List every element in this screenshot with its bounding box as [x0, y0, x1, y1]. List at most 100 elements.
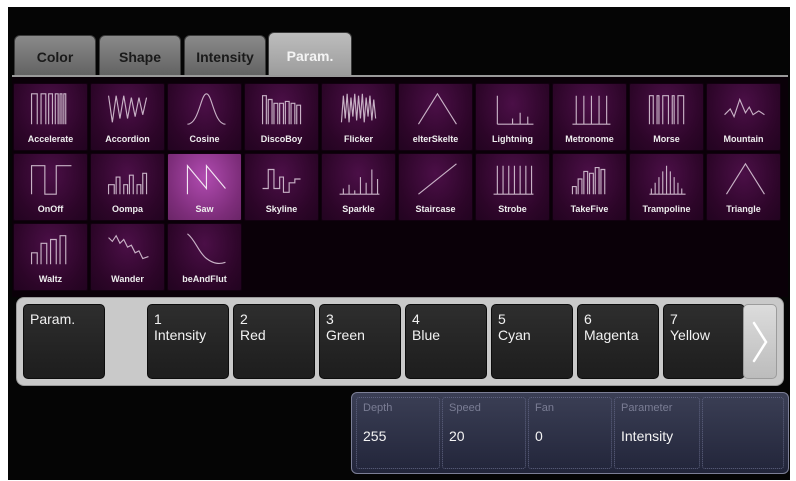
effect-tile-lightning[interactable]: Lightning	[475, 83, 550, 151]
morse-waveform-icon	[648, 95, 685, 125]
effect-tile-accelerate[interactable]: Accelerate	[13, 83, 88, 151]
parameter-name: Blue	[412, 327, 441, 343]
fan-cell[interactable]: Fan 0	[528, 397, 612, 469]
depth-value: 255	[363, 428, 387, 444]
parameter-name: Red	[240, 327, 266, 343]
effect-label: Staircase	[415, 204, 456, 214]
effect-label: Saw	[195, 204, 214, 214]
parameter-cell[interactable]: Parameter Intensity	[614, 397, 700, 469]
takefive-waveform-icon	[571, 167, 606, 195]
accelerate-waveform-icon	[30, 93, 67, 125]
effect-tile-waltz[interactable]: Waltz	[13, 223, 88, 291]
parameter-number: 4	[412, 311, 420, 327]
discoboy-waveform-icon	[261, 95, 302, 125]
effect-tile-saw[interactable]: Saw	[167, 153, 242, 221]
effect-label: beAndFlut	[182, 274, 227, 284]
speed-value: 20	[449, 428, 465, 444]
effect-tile-beandflut[interactable]: beAndFlut	[167, 223, 242, 291]
parameter-button-6[interactable]: 6 Magenta	[577, 304, 659, 379]
effect-tile-takefive[interactable]: TakeFive	[552, 153, 627, 221]
parameter-button-3[interactable]: 3 Green	[319, 304, 401, 379]
effect-label: elterSkelte	[412, 134, 459, 144]
depth-header: Depth	[363, 402, 393, 414]
effect-tile-morse[interactable]: Morse	[629, 83, 704, 151]
parameter-header: Parameter	[621, 402, 673, 414]
effect-tile-cosine[interactable]: Cosine	[167, 83, 242, 151]
effect-label: Triangle	[726, 204, 761, 214]
effect-settings-panel: Depth 255 Speed 20 Fan 0 Parameter Inten…	[351, 392, 789, 474]
effect-label: Lightning	[492, 134, 533, 144]
parameter-button-1[interactable]: 1 Intensity	[147, 304, 229, 379]
effect-tile-metronome[interactable]: Metronome	[552, 83, 627, 151]
parameter-name: Magenta	[584, 327, 639, 343]
tab-bar: Color Shape Intensity Param.	[8, 20, 790, 78]
onoff-waveform-icon	[30, 165, 72, 195]
effect-tile-mountain[interactable]: Mountain	[706, 83, 781, 151]
effect-label: Skyline	[265, 204, 298, 214]
parameter-button-2[interactable]: 2 Red	[233, 304, 315, 379]
flicker-waveform-icon	[340, 93, 377, 123]
parameter-name: Green	[326, 327, 365, 343]
effect-label: DiscoBoy	[260, 134, 303, 144]
cosine-waveform-icon	[187, 93, 226, 125]
effect-tile-skyline[interactable]: Skyline	[244, 153, 319, 221]
parameter-number: 6	[584, 311, 592, 327]
effect-tile-staircase[interactable]: Staircase	[398, 153, 473, 221]
effect-label: Accelerate	[27, 134, 74, 144]
effect-tile-elterskelte[interactable]: elterSkelte	[398, 83, 473, 151]
lightning-waveform-icon	[496, 95, 534, 125]
effect-label: Metronome	[565, 134, 614, 144]
speed-cell[interactable]: Speed 20	[442, 397, 526, 469]
tab-shape[interactable]: Shape	[99, 35, 181, 78]
parameter-number: 1	[154, 311, 162, 327]
effect-tile-flicker[interactable]: Flicker	[321, 83, 396, 151]
parameter-button-5[interactable]: 5 Cyan	[491, 304, 573, 379]
effect-label: Accordion	[105, 134, 150, 144]
effect-tile-sparkle[interactable]: Sparkle	[321, 153, 396, 221]
parameter-name: Yellow	[670, 327, 710, 343]
speed-header: Speed	[449, 402, 481, 414]
effects-window: Color Shape Intensity Param. Accelerate A…	[8, 7, 790, 480]
waltz-waveform-icon	[30, 235, 67, 265]
helterskelter-waveform-icon	[417, 92, 457, 125]
parameter-bar: Param. 1 Intensity 2 Red 3 Green 4 Blue …	[16, 297, 784, 386]
parameter-label-button[interactable]: Param.	[23, 304, 105, 379]
effect-tile-onoff[interactable]: OnOff	[13, 153, 88, 221]
effect-tile-strobe[interactable]: Strobe	[475, 153, 550, 221]
effect-tile-discoboy[interactable]: DiscoBoy	[244, 83, 319, 151]
effect-tile-trampoline[interactable]: Trampoline	[629, 153, 704, 221]
tab-intensity[interactable]: Intensity	[184, 35, 266, 78]
skyline-waveform-icon	[262, 168, 301, 193]
parameter-number: 3	[326, 311, 334, 327]
parameter-name: Intensity	[154, 327, 207, 343]
effect-label: Waltz	[38, 274, 63, 284]
effect-tile-triangle[interactable]: Triangle	[706, 153, 781, 221]
parameter-value: Intensity	[621, 428, 674, 444]
parameter-button-4[interactable]: 4 Blue	[405, 304, 487, 379]
effect-tile-wander[interactable]: Wander	[90, 223, 165, 291]
parameter-number: 2	[240, 311, 248, 327]
parameter-number: 5	[498, 311, 506, 327]
parameter-label: Param.	[30, 311, 76, 327]
oompa-waveform-icon	[107, 172, 148, 195]
effect-tile-accordion[interactable]: Accordion	[90, 83, 165, 151]
effect-label: TakeFive	[570, 204, 609, 214]
parameter-number: 7	[670, 311, 678, 327]
saw-waveform-icon	[186, 164, 226, 195]
effect-label: Cosine	[189, 134, 220, 144]
metronome-waveform-icon	[572, 95, 611, 125]
staircase-waveform-icon	[418, 163, 457, 195]
fan-header: Fan	[535, 402, 554, 414]
ebbandflutter-waveform-icon	[187, 233, 226, 265]
depth-cell[interactable]: Depth 255	[356, 397, 440, 469]
tab-param[interactable]: Param.	[268, 32, 352, 78]
effect-label: OnOff	[37, 204, 64, 214]
tab-color[interactable]: Color	[14, 35, 96, 78]
accordion-waveform-icon	[107, 95, 148, 123]
effect-label: Morse	[653, 134, 680, 144]
parameter-button-7[interactable]: 7 Yellow	[663, 304, 745, 379]
effect-label: Strobe	[498, 204, 527, 214]
effect-tile-oompa[interactable]: Oompa	[90, 153, 165, 221]
empty-cell[interactable]	[702, 397, 784, 469]
next-page-button[interactable]	[743, 304, 777, 379]
